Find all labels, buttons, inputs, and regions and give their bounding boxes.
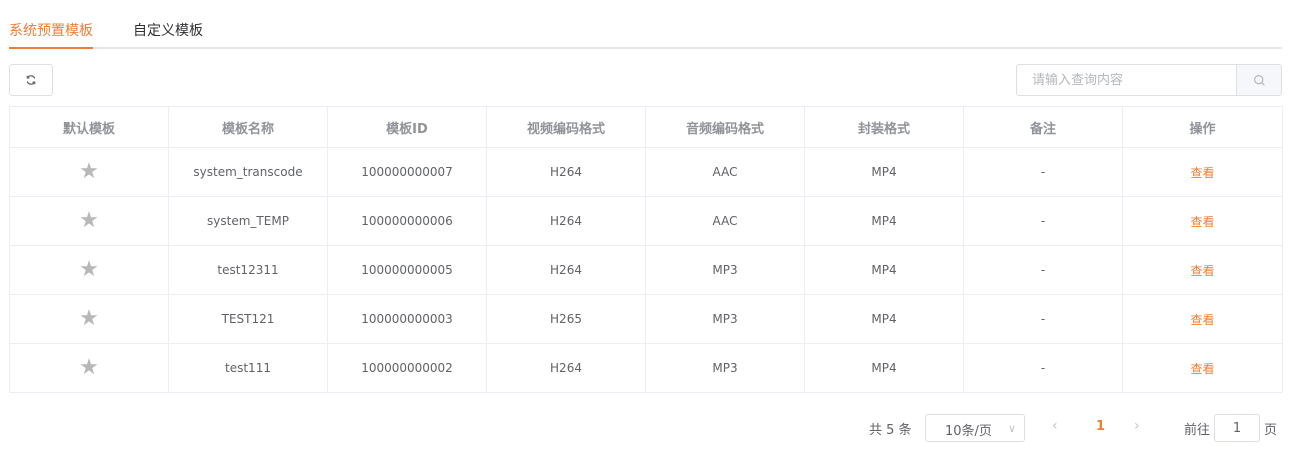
- view-link[interactable]: 查看: [1190, 215, 1214, 229]
- tab-custom-templates[interactable]: 自定义模板: [133, 20, 203, 40]
- next-page-icon[interactable]: ›: [1134, 418, 1140, 434]
- table-row: ★ TEST121 100000000003 H265 MP3 MP4 - 查看: [9, 294, 1283, 344]
- template-id-cell: 100000000005: [327, 245, 487, 295]
- container-cell: MP4: [804, 196, 964, 246]
- action-cell: 查看: [1122, 294, 1283, 344]
- template-name-cell: system_TEMP: [168, 196, 328, 246]
- table-row: ★ system_TEMP 100000000006 H264 AAC MP4 …: [9, 196, 1283, 246]
- video-codec-cell: H264: [486, 196, 646, 246]
- video-codec-cell: H264: [486, 343, 646, 393]
- column-header-video-codec: 视频编码格式: [486, 106, 646, 148]
- star-icon[interactable]: ★: [79, 306, 99, 331]
- template-name-cell: test111: [168, 343, 328, 393]
- search-input[interactable]: [1016, 64, 1236, 96]
- container-cell: MP4: [804, 147, 964, 197]
- remark-cell: -: [963, 294, 1123, 344]
- audio-codec-cell: MP3: [645, 294, 805, 344]
- chevron-down-icon: ∨: [1007, 422, 1016, 435]
- view-link[interactable]: 查看: [1190, 362, 1214, 376]
- star-icon[interactable]: ★: [79, 159, 99, 184]
- default-cell: ★: [9, 245, 169, 295]
- container-cell: MP4: [804, 343, 964, 393]
- page-number-current[interactable]: 1: [1096, 419, 1105, 434]
- video-codec-cell: H264: [486, 147, 646, 197]
- template-name-cell: test12311: [168, 245, 328, 295]
- search-button[interactable]: [1236, 64, 1282, 96]
- template-name-cell: TEST121: [168, 294, 328, 344]
- table-header-row: 默认模板 模板名称 模板ID 视频编码格式 音频编码格式 封装格式 备注 操作: [9, 106, 1283, 148]
- search-icon: [1253, 74, 1265, 86]
- tab-system-templates[interactable]: 系统预置模板: [9, 20, 93, 40]
- column-header-audio-codec: 音频编码格式: [645, 106, 805, 148]
- container-cell: MP4: [804, 294, 964, 344]
- star-icon[interactable]: ★: [79, 208, 99, 233]
- default-cell: ★: [9, 147, 169, 197]
- refresh-button[interactable]: [9, 64, 53, 96]
- template-id-cell: 100000000006: [327, 196, 487, 246]
- remark-cell: -: [963, 147, 1123, 197]
- template-table: 默认模板 模板名称 模板ID 视频编码格式 音频编码格式 封装格式 备注 操作 …: [9, 106, 1283, 393]
- active-tab-indicator: [9, 47, 93, 49]
- prev-page-icon[interactable]: ‹: [1052, 418, 1058, 434]
- remark-cell: -: [963, 343, 1123, 393]
- table-row: ★ test111 100000000002 H264 MP3 MP4 - 查看: [9, 343, 1283, 393]
- column-header-id: 模板ID: [327, 106, 487, 148]
- page-size-value: 10条/页: [945, 424, 992, 439]
- remark-cell: -: [963, 196, 1123, 246]
- default-cell: ★: [9, 294, 169, 344]
- column-header-container: 封装格式: [804, 106, 964, 148]
- template-id-cell: 100000000002: [327, 343, 487, 393]
- action-cell: 查看: [1122, 196, 1283, 246]
- action-cell: 查看: [1122, 245, 1283, 295]
- column-header-action: 操作: [1122, 106, 1283, 148]
- container-cell: MP4: [804, 245, 964, 295]
- default-cell: ★: [9, 196, 169, 246]
- audio-codec-cell: AAC: [645, 147, 805, 197]
- search-box: [1016, 64, 1282, 96]
- column-header-default: 默认模板: [9, 106, 169, 148]
- audio-codec-cell: AAC: [645, 196, 805, 246]
- view-link[interactable]: 查看: [1190, 264, 1214, 278]
- default-cell: ★: [9, 343, 169, 393]
- goto-page-input[interactable]: [1214, 414, 1260, 442]
- audio-codec-cell: MP3: [645, 343, 805, 393]
- template-name-cell: system_transcode: [168, 147, 328, 197]
- template-id-cell: 100000000003: [327, 294, 487, 344]
- pagination: 共 5 条 10条/页 ∨ ‹ 1 › 前往 页: [0, 414, 1291, 442]
- refresh-icon: [26, 75, 36, 85]
- column-header-name: 模板名称: [168, 106, 328, 148]
- goto-label: 前往: [1184, 423, 1211, 438]
- audio-codec-cell: MP3: [645, 245, 805, 295]
- star-icon[interactable]: ★: [79, 355, 99, 380]
- star-icon[interactable]: ★: [79, 257, 99, 282]
- table-row: ★ system_transcode 100000000007 H264 AAC…: [9, 147, 1283, 197]
- template-tabs: 系统预置模板 自定义模板: [9, 0, 1282, 49]
- table-row: ★ test12311 100000000005 H264 MP3 MP4 - …: [9, 245, 1283, 295]
- action-cell: 查看: [1122, 343, 1283, 393]
- column-header-remark: 备注: [963, 106, 1123, 148]
- remark-cell: -: [963, 245, 1123, 295]
- video-codec-cell: H264: [486, 245, 646, 295]
- goto-suffix: 页: [1264, 423, 1278, 438]
- template-id-cell: 100000000007: [327, 147, 487, 197]
- action-cell: 查看: [1122, 147, 1283, 197]
- page-size-select[interactable]: 10条/页 ∨: [925, 414, 1025, 442]
- pagination-total: 共 5 条: [869, 423, 912, 438]
- view-link[interactable]: 查看: [1190, 166, 1214, 180]
- video-codec-cell: H265: [486, 294, 646, 344]
- view-link[interactable]: 查看: [1190, 313, 1214, 327]
